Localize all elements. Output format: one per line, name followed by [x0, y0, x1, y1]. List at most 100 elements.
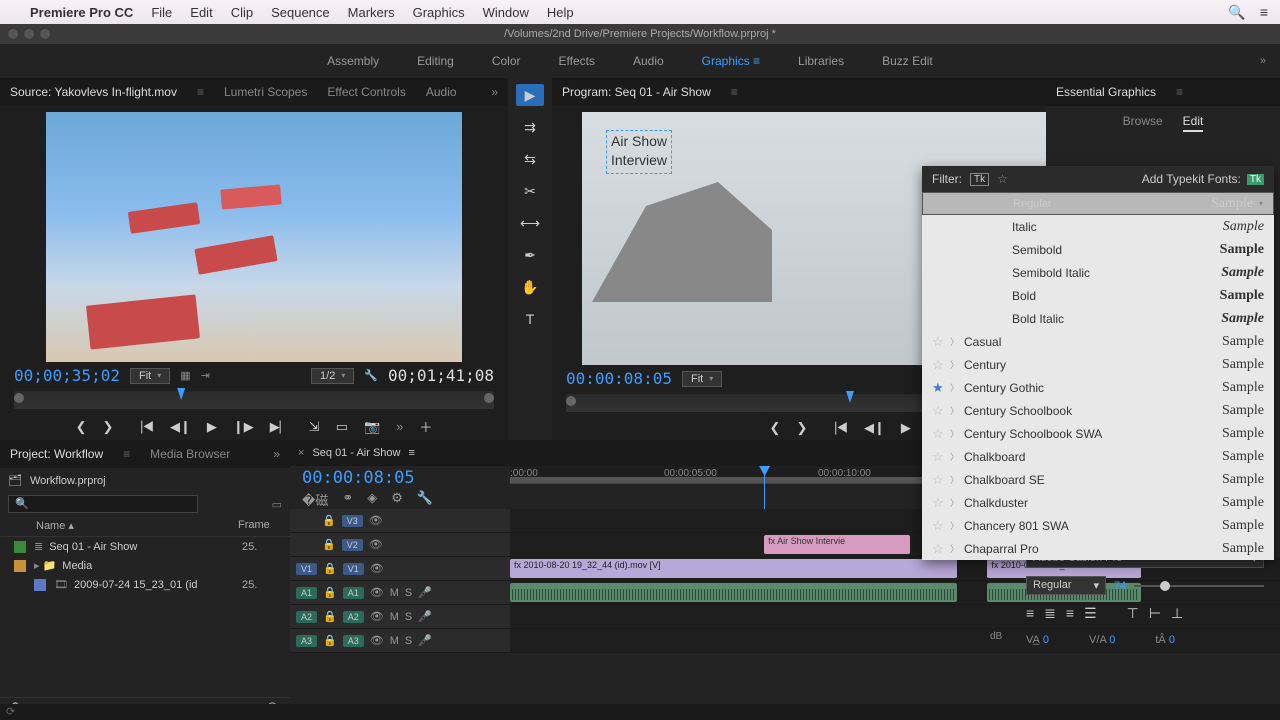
font-size-value[interactable]: 74 — [1114, 580, 1126, 592]
wrench-icon[interactable]: 🔧 — [417, 490, 433, 509]
align-bottom-icon[interactable]: ⊥ — [1171, 605, 1183, 622]
sync-icon[interactable]: ⟳ — [6, 705, 15, 718]
font-family-option[interactable]: ☆〉ChalkdusterSample — [922, 491, 1274, 514]
font-style-option[interactable]: Semibold ItalicSample — [922, 261, 1274, 284]
source-viewer[interactable] — [46, 112, 462, 362]
tab-media-browser[interactable]: Media Browser — [150, 447, 230, 461]
font-family-option[interactable]: ☆〉CasualSample — [922, 330, 1274, 353]
workspace-tab-buzz edit[interactable]: Buzz Edit — [882, 54, 933, 68]
align-top-icon[interactable]: ⊤ — [1127, 605, 1139, 622]
source-zoom-select[interactable]: 1/2 — [311, 368, 354, 384]
font-family-option[interactable]: ☆〉Century SchoolbookSample — [922, 399, 1274, 422]
vr-icon[interactable]: ⇥ — [201, 369, 210, 382]
clip[interactable] — [510, 583, 957, 602]
align-right-icon[interactable]: ≡ — [1066, 605, 1074, 622]
track-header-A3[interactable]: A3🔒A3👁MS🎤 — [290, 629, 510, 653]
font-style-option[interactable]: SemiboldSample — [922, 238, 1274, 261]
menu-file[interactable]: File — [151, 5, 172, 20]
font-family-option[interactable]: ☆〉CenturySample — [922, 353, 1274, 376]
title-text-overlay[interactable]: Air Show Interview — [606, 130, 672, 174]
menu-window[interactable]: Window — [483, 5, 529, 20]
step-back-icon[interactable]: ◀❙ — [170, 419, 191, 435]
tab-effect-controls[interactable]: Effect Controls — [327, 85, 405, 99]
font-family-option[interactable]: ☆〉Chancery 801 SWASample — [922, 514, 1274, 537]
typekit-add-icon[interactable]: Tk — [1247, 174, 1264, 185]
pen-tool-icon[interactable]: ✒ — [516, 244, 544, 266]
export-frame-icon[interactable]: 📷 — [364, 419, 380, 435]
go-in-icon[interactable]: ⎹◀ — [823, 420, 848, 436]
baseline-icon[interactable]: tÂ 0 — [1155, 634, 1175, 646]
col-frame[interactable]: Frame — [238, 519, 282, 532]
align-center-icon[interactable]: ≣ — [1044, 605, 1056, 622]
spotlight-icon[interactable]: 🔍 — [1228, 4, 1245, 21]
project-search-input[interactable] — [8, 495, 198, 513]
col-name[interactable]: Name ▴ — [36, 519, 238, 532]
font-family-option[interactable]: ☆〉Century Schoolbook SWASample — [922, 422, 1274, 445]
kerning-icon[interactable]: V/A 0 — [1089, 634, 1115, 646]
play-icon[interactable]: ▶ — [207, 419, 217, 435]
overwrite-icon[interactable]: ▭ — [336, 419, 348, 435]
font-family-option[interactable]: ☆〉ChalkboardSample — [922, 445, 1274, 468]
selection-tool-icon[interactable]: ▶ — [516, 84, 544, 106]
filter-icon[interactable]: ▭ — [272, 498, 282, 511]
align-left-icon[interactable]: ≡ — [1026, 605, 1034, 622]
track-header-V3[interactable]: 🔒V3👁 — [290, 509, 510, 533]
slip-tool-icon[interactable]: ⟷ — [516, 212, 544, 234]
track-header-A1[interactable]: A1🔒A1👁MS🎤 — [290, 581, 510, 605]
menu-graphics[interactable]: Graphics — [413, 5, 465, 20]
ripple-tool-icon[interactable]: ⇆ — [516, 148, 544, 170]
clip[interactable]: fx 2010-08-20 19_32_44 (id).mov [V] — [510, 559, 957, 578]
track-select-tool-icon[interactable]: ⇉ — [516, 116, 544, 138]
source-scrubber[interactable] — [14, 391, 494, 409]
menulist-icon[interactable]: ≡ — [1260, 4, 1268, 21]
settings-icon[interactable]: ⚙ — [391, 490, 403, 509]
mark-out-icon[interactable]: ❯ — [102, 419, 113, 435]
workspace-tab-graphics[interactable]: Graphics ≡ — [702, 54, 760, 68]
source-fit-select[interactable]: Fit — [130, 368, 170, 384]
mark-in-icon[interactable]: ❮ — [76, 419, 87, 435]
workspace-tab-audio[interactable]: Audio — [633, 54, 664, 68]
program-timecode[interactable]: 00:00:08:05 — [566, 369, 672, 388]
font-style-select[interactable]: Regular▾ — [1026, 576, 1106, 595]
tab-source[interactable]: Source: Yakovlevs In-flight.mov — [10, 85, 177, 99]
workspace-tab-color[interactable]: Color — [492, 54, 521, 68]
tab-project[interactable]: Project: Workflow — [10, 447, 103, 461]
tab-audio[interactable]: Audio — [426, 85, 457, 99]
font-style-option[interactable]: BoldSample — [922, 284, 1274, 307]
hamburger-icon[interactable]: ≡ — [409, 447, 415, 459]
source-timecode-in[interactable]: 00;00;35;02 — [14, 366, 120, 385]
workspace-tab-assembly[interactable]: Assembly — [327, 54, 379, 68]
project-row[interactable]: 🎞2009-07-24 15_23_01 (id25. — [0, 575, 290, 594]
wrench-icon[interactable]: 🔧 — [364, 369, 378, 382]
go-in-icon[interactable]: ⎹◀ — [129, 419, 154, 435]
step-fwd-icon[interactable]: ❙▶ — [233, 419, 254, 435]
hamburger-icon[interactable]: ≡ — [731, 85, 738, 99]
mark-in-icon[interactable]: ❮ — [770, 420, 781, 436]
timeline-timecode[interactable]: 00:00:08:05 — [290, 466, 510, 490]
clip[interactable]: fx Air Show Intervie — [764, 535, 910, 554]
track-header-V2[interactable]: 🔒V2👁 — [290, 533, 510, 557]
menu-edit[interactable]: Edit — [190, 5, 212, 20]
font-family-option[interactable]: ★〉Century GothicSample — [922, 376, 1274, 399]
project-row[interactable]: ▸ 📁Media — [0, 556, 290, 575]
program-fit-select[interactable]: Fit — [682, 371, 722, 387]
hamburger-icon[interactable]: ≡ — [197, 85, 204, 99]
hamburger-icon[interactable]: ≡ — [1176, 85, 1183, 99]
workspace-overflow-icon[interactable]: » — [1260, 55, 1266, 67]
tracking-icon[interactable]: VA̲ 0 — [1026, 634, 1049, 646]
razor-tool-icon[interactable]: ✂ — [516, 180, 544, 202]
align-justify-icon[interactable]: ☰ — [1084, 605, 1097, 622]
workspace-tab-effects[interactable]: Effects — [559, 54, 595, 68]
favorite-filter-icon[interactable]: ☆ — [997, 172, 1008, 186]
type-tool-icon[interactable]: T — [516, 308, 544, 330]
typekit-filter-icon[interactable]: Tk — [970, 173, 989, 186]
track-header-V1[interactable]: V1🔒V1👁 — [290, 557, 510, 581]
workspace-tab-editing[interactable]: Editing — [417, 54, 454, 68]
workspace-tab-libraries[interactable]: Libraries — [798, 54, 844, 68]
go-out-icon[interactable]: ▶⎸ — [270, 419, 293, 435]
tab-lumetri[interactable]: Lumetri Scopes — [224, 85, 307, 99]
track-header-A2[interactable]: A2🔒A2👁MS🎤 — [290, 605, 510, 629]
eg-tab-browse[interactable]: Browse — [1123, 114, 1163, 132]
panel-overflow-icon[interactable]: » — [491, 85, 498, 99]
menu-sequence[interactable]: Sequence — [271, 5, 330, 20]
